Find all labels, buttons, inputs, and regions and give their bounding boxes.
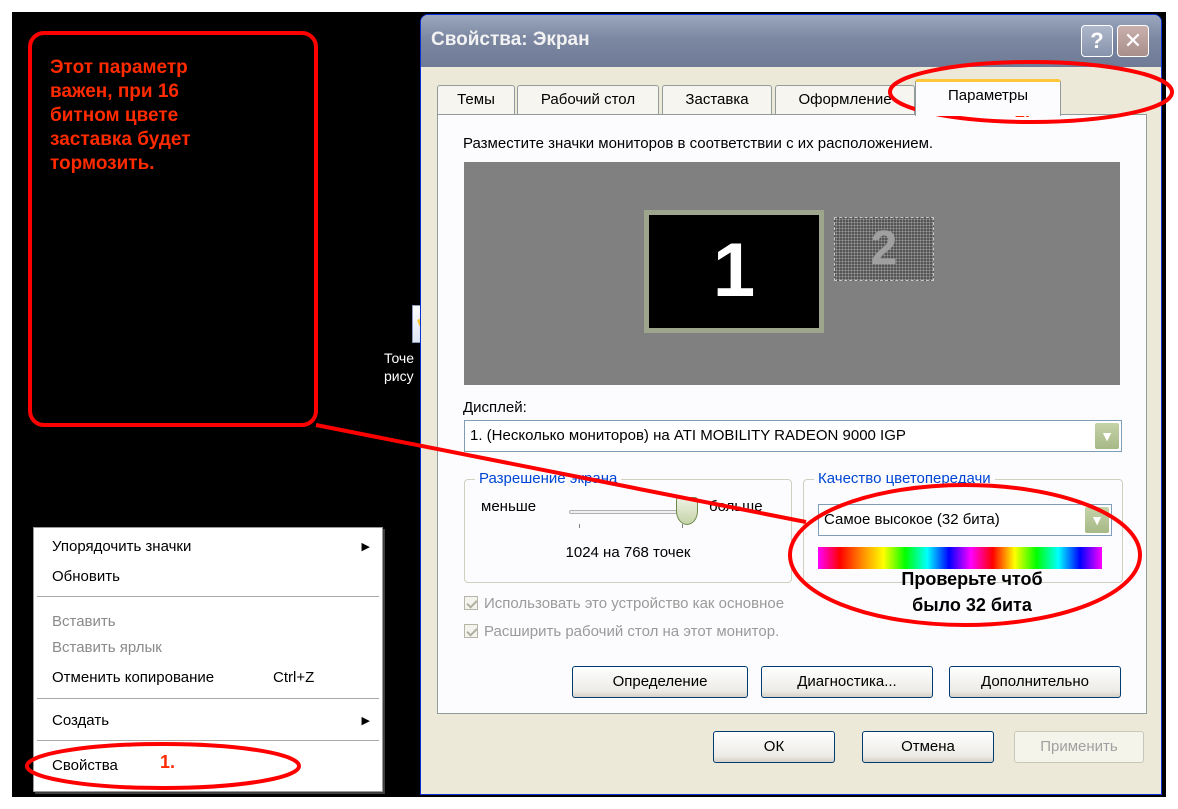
dialog-title: Свойства: Экран [431, 29, 590, 50]
title-bar[interactable]: Свойства: Экран ? ✕ [421, 15, 1161, 67]
tab-label: Темы [457, 91, 495, 108]
menu-item-properties[interactable]: Свойства [34, 754, 382, 778]
resolution-group: Разрешение экрана меньше больше 1024 на … [464, 470, 792, 583]
context-menu: Упорядочить значки ▶ Обновить Вставить В… [33, 527, 383, 792]
menu-item-label: Вставить ярлык [52, 639, 162, 656]
resolution-value: 1024 на 768 точек [565, 544, 691, 561]
tab-label: Рабочий стол [540, 91, 636, 108]
display-select-value: 1. (Несколько мониторов) на ATI MOBILITY… [470, 427, 906, 444]
slider-tick [579, 524, 580, 528]
resolution-more-label: больше [709, 498, 763, 515]
extend-desktop-checkbox: Расширить рабочий стол на этот монитор. [464, 623, 779, 640]
menu-item-label: Упорядочить значки [52, 538, 192, 555]
menu-item-arrange-icons[interactable]: Упорядочить значки ▶ [34, 535, 382, 559]
ok-button[interactable]: ОК [713, 731, 835, 763]
menu-item-label: Свойства [52, 757, 118, 774]
annotation-color-note: Проверьте чтоб было 32 бита [901, 569, 1043, 615]
menu-item-label: Отменить копирование [52, 669, 215, 686]
submenu-arrow-icon: ▶ [361, 541, 370, 553]
checkbox-checked-icon [464, 596, 478, 610]
menu-item-label: Создать [52, 712, 110, 729]
resolution-slider-thumb[interactable] [675, 497, 698, 525]
help-icon: ? [1090, 28, 1104, 53]
monitor-layout-area: 1 2 [464, 162, 1120, 385]
close-button[interactable]: ✕ [1117, 25, 1149, 57]
advanced-button[interactable]: Дополнительно [949, 666, 1121, 698]
resolution-less-label: меньше [481, 498, 537, 515]
checkbox-label: Использовать это устройство как основное [484, 595, 785, 612]
close-icon: ✕ [1123, 28, 1143, 53]
menu-separator [37, 596, 379, 597]
tab-label: Параметры [948, 87, 1028, 104]
menu-item-paste: Вставить [34, 610, 382, 634]
color-quality-value: Самое высокое (32 бита) [824, 511, 1000, 528]
tab-label: Заставка [685, 91, 749, 108]
menu-separator [37, 740, 379, 741]
display-label: Дисплей: [463, 399, 527, 416]
color-quality-select[interactable]: Самое высокое (32 бита) ▼ [818, 504, 1112, 536]
resolution-legend: Разрешение экрана [475, 470, 622, 487]
monitor-instruction: Разместите значки мониторов в соответств… [463, 135, 934, 152]
resolution-slider-track[interactable] [569, 510, 693, 514]
tab-desktop[interactable]: Рабочий стол [517, 85, 659, 115]
chevron-down-icon[interactable]: ▼ [1095, 423, 1119, 449]
tab-themes[interactable]: Темы [437, 85, 515, 115]
menu-item-undo-copy[interactable]: Отменить копирование Ctrl+Z [34, 666, 382, 690]
monitor-1[interactable]: 1 [644, 210, 824, 333]
identify-button[interactable]: Определение [572, 666, 748, 698]
tab-appearance[interactable]: Оформление [775, 85, 915, 115]
menu-item-refresh[interactable]: Обновить [34, 565, 382, 589]
annotation-step-1: 1. [160, 752, 176, 772]
tab-settings[interactable]: Параметры [915, 79, 1061, 116]
menu-item-new[interactable]: Создать ▶ [34, 709, 382, 733]
troubleshoot-button[interactable]: Диагностика... [761, 666, 933, 698]
menu-item-shortcut: Ctrl+Z [273, 669, 315, 686]
checkbox-checked-icon [464, 624, 478, 638]
menu-item-label: Вставить [52, 613, 116, 630]
cancel-button[interactable]: Отмена [862, 731, 994, 763]
settings-panel: Разместите значки мониторов в соответств… [437, 114, 1147, 714]
submenu-arrow-icon: ▶ [361, 715, 370, 727]
display-properties-dialog: Свойства: Экран ? ✕ Темы Рабочий стол За… [420, 14, 1162, 795]
checkbox-label: Расширить рабочий стол на этот монитор. [484, 623, 780, 640]
tab-screensaver[interactable]: Заставка [662, 85, 772, 115]
menu-item-label: Обновить [52, 568, 120, 585]
menu-item-paste-shortcut: Вставить ярлык [34, 636, 382, 660]
chevron-down-icon[interactable]: ▼ [1085, 507, 1109, 533]
monitor-2[interactable]: 2 [834, 217, 934, 281]
color-quality-legend: Качество цветопередачи [814, 470, 995, 487]
apply-button: Применить [1014, 731, 1144, 763]
primary-device-checkbox: Использовать это устройство как основное [464, 595, 784, 612]
display-select[interactable]: 1. (Несколько мониторов) на ATI MOBILITY… [464, 420, 1122, 452]
help-button[interactable]: ? [1081, 25, 1113, 57]
annotation-note: Этот параметр важен, при 16 битном цвете… [50, 57, 191, 174]
tab-label: Оформление [798, 91, 892, 108]
menu-separator [37, 698, 379, 699]
slider-tick [682, 524, 683, 528]
